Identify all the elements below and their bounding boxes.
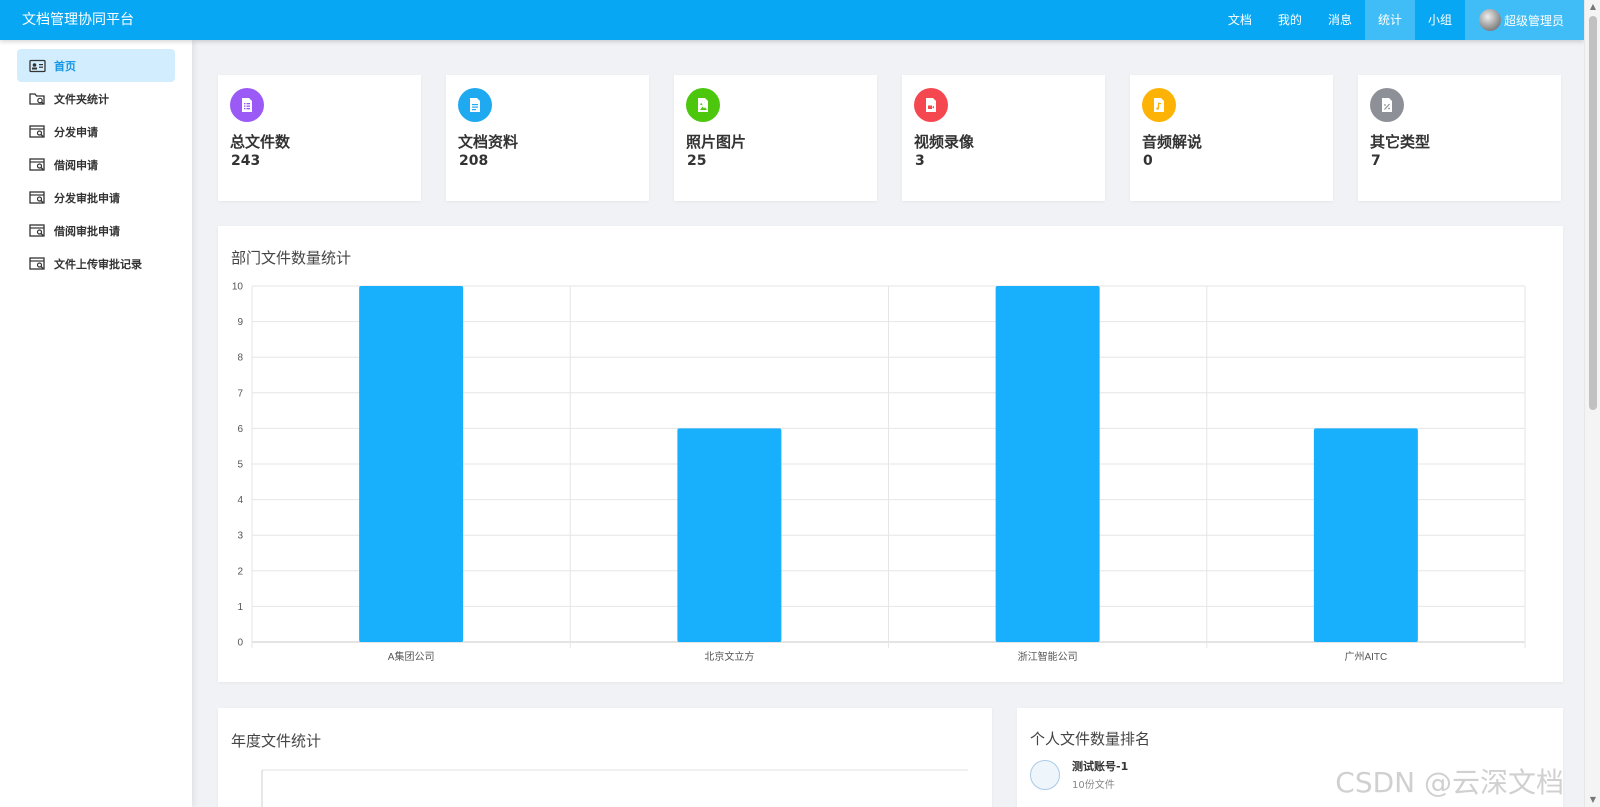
user-name: 超级管理员 [1503, 13, 1564, 28]
card-icon-circle [458, 88, 492, 122]
nav-item-groups[interactable]: 小组 [1415, 0, 1465, 40]
top-nav-menu: 文档 我的 消息 统计 小组 超级管理员 [1215, 0, 1584, 40]
ranking-user-name: 测试账号-1 [1072, 760, 1129, 773]
stat-card-videos[interactable]: 视频录像 3 [902, 75, 1105, 201]
card-value: 7 [1371, 153, 1381, 169]
y-tick-label: 10 [232, 282, 244, 293]
card-title: 照片图片 [686, 133, 747, 151]
stat-card-total[interactable]: 总文件数 243 [218, 75, 421, 201]
card-icon-circle [686, 88, 720, 122]
sidebar-item-home[interactable]: 首页 [17, 49, 175, 82]
scroll-up-arrow-icon[interactable]: ▲ [1585, 0, 1600, 14]
user-avatar [1478, 9, 1501, 31]
ranking-file-count: 10份文件 [1072, 780, 1115, 791]
y-tick-label: 8 [237, 353, 243, 364]
card-icon-circle [1370, 88, 1404, 122]
card-title: 视频录像 [914, 133, 975, 151]
dept-bar-chart: 0 1 2 3 4 5 6 7 8 9 10 A集团公司 北京文立方 浙江智能公司 广州AITC [232, 282, 1526, 663]
top-navbar: 文档管理协同平台 文档 我的 消息 统计 小组 超级管理员 [0, 0, 1584, 40]
nav-item-docs[interactable]: 文档 [1215, 0, 1265, 40]
scroll-thumb[interactable] [1589, 16, 1597, 410]
year-chart-area [261, 769, 968, 807]
x-tick-label: A集团公司 [388, 650, 435, 663]
card-title: 文档资料 [458, 133, 519, 151]
y-tick-label: 5 [237, 460, 243, 471]
bar [1313, 428, 1418, 642]
other-document-icon [1382, 98, 1392, 112]
user-menu[interactable]: 超级管理员 [1464, 0, 1584, 40]
x-tick-label: 广州AITC [1344, 651, 1387, 663]
sidebar-item-distribution-approval[interactable]: 分发审批申请 [17, 181, 175, 214]
card-value: 0 [1143, 153, 1153, 169]
text-document-icon [470, 98, 480, 112]
card-title: 其它类型 [1370, 133, 1431, 151]
card-value: 25 [687, 153, 707, 169]
year-stats-panel: 年度文件统计 [218, 708, 992, 807]
audio-document-icon [1154, 98, 1164, 112]
y-tick-label: 0 [237, 638, 243, 649]
y-tick-label: 1 [237, 602, 243, 613]
x-tick-label: 浙江智能公司 [1018, 650, 1078, 663]
form-search-icon [29, 157, 45, 171]
user-avatar-icon [1030, 759, 1060, 790]
id-card-icon [29, 59, 46, 72]
form-search-icon [29, 223, 45, 237]
bar [359, 286, 464, 642]
sidebar-item-label: 分发申请 [54, 125, 98, 139]
stat-card-other[interactable]: 其它类型 7 [1358, 75, 1561, 201]
y-tick-label: 9 [237, 317, 243, 328]
sidebar-item-label: 文件上传审批记录 [54, 257, 142, 271]
sidebar-item-label: 首页 [54, 59, 76, 73]
sidebar-item-folder-stats[interactable]: 文件夹统计 [17, 82, 175, 115]
sidebar: 首页 文件夹统计 分发申请 借阅申请 分发审批申请 借阅审批申请 文件上传审批记… [0, 40, 192, 807]
sidebar-item-upload-approval-records[interactable]: 文件上传审批记录 [17, 247, 175, 280]
card-title: 总文件数 [230, 133, 291, 151]
stat-card-documents[interactable]: 文档资料 208 [446, 75, 649, 201]
image-document-icon [698, 98, 708, 112]
form-search-icon [29, 256, 45, 270]
scroll-down-arrow-icon[interactable]: ▼ [1585, 793, 1600, 807]
bar [995, 286, 1100, 642]
stat-card-audio[interactable]: 音频解说 0 [1130, 75, 1333, 201]
card-icon-circle [914, 88, 948, 122]
sidebar-item-borrow-approval[interactable]: 借阅审批申请 [17, 214, 175, 247]
bar [677, 428, 782, 642]
sidebar-item-borrow-request[interactable]: 借阅申请 [17, 148, 175, 181]
sidebar-item-label: 借阅申请 [54, 158, 98, 172]
dept-chart-panel: 部门文件数量统计 0 1 2 3 4 5 6 7 8 9 10 A集团公司 北京文立方 浙江智能公司 广州A… [218, 226, 1563, 682]
y-tick-label: 6 [237, 424, 243, 435]
y-tick-label: 3 [237, 531, 243, 542]
card-icon-circle [1142, 88, 1176, 122]
nav-item-statistics[interactable]: 统计 [1364, 0, 1415, 40]
sidebar-item-label: 文件夹统计 [54, 92, 109, 106]
x-tick-label: 北京文立方 [704, 650, 754, 663]
y-tick-label: 7 [237, 388, 243, 399]
card-icon-circle [230, 88, 264, 122]
video-document-icon [926, 98, 936, 112]
card-value: 243 [231, 153, 261, 169]
sidebar-item-label: 借阅审批申请 [54, 224, 120, 238]
y-tick-label: 2 [237, 566, 243, 577]
card-value: 208 [459, 153, 489, 169]
panel-title: 个人文件数量排名 [1030, 730, 1151, 748]
ranking-list-item[interactable]: 测试账号-1 10份文件 [1030, 758, 1128, 791]
app-title[interactable]: 文档管理协同平台 [22, 0, 134, 40]
card-value: 3 [915, 153, 925, 169]
card-title: 音频解说 [1142, 133, 1203, 151]
nav-item-messages[interactable]: 消息 [1315, 0, 1365, 40]
y-tick-label: 4 [237, 495, 243, 506]
nav-item-mine[interactable]: 我的 [1265, 0, 1315, 40]
form-search-icon [29, 124, 45, 138]
form-search-icon [29, 190, 45, 204]
watermark: CSDN @云深文档 [1335, 766, 1564, 799]
sidebar-item-label: 分发审批申请 [54, 191, 120, 205]
page-scrollbar[interactable]: ▲ ▼ [1584, 0, 1600, 807]
sidebar-item-distribution-request[interactable]: 分发申请 [17, 115, 175, 148]
folder-search-icon [29, 92, 45, 105]
stat-card-images[interactable]: 照片图片 25 [674, 75, 877, 201]
list-document-icon [242, 98, 252, 112]
